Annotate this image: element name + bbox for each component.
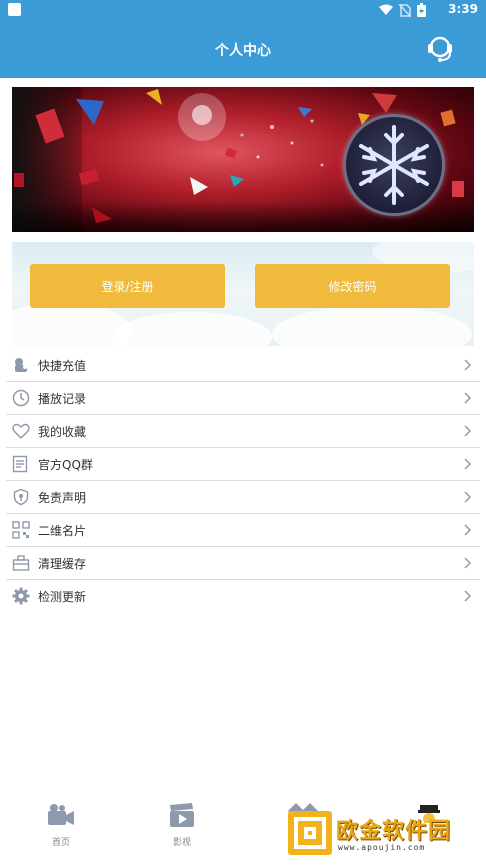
history-clock-icon — [12, 389, 30, 407]
shield-icon — [13, 488, 29, 506]
chevron-right-icon — [464, 590, 472, 602]
profile-banner — [12, 87, 474, 232]
notification-icon — [8, 3, 21, 16]
menu-item-qq-group[interactable]: 官方QQ群 — [6, 448, 480, 481]
menu-item-clear-cache[interactable]: 清理缓存 — [6, 547, 480, 580]
camera-icon — [48, 804, 74, 825]
customer-service-icon[interactable] — [424, 32, 456, 64]
status-time: 3:39 — [448, 2, 478, 16]
menu-label: 播放记录 — [38, 392, 87, 406]
tab-label: 首页 — [51, 838, 70, 848]
status-icons — [379, 3, 426, 17]
menu-item-quick-recharge[interactable]: 快捷充值 — [6, 349, 480, 382]
chevron-right-icon — [464, 392, 472, 404]
menu-item-favorites[interactable]: 我的收藏 — [6, 415, 480, 448]
chevron-right-icon — [464, 425, 472, 437]
chevron-right-icon — [464, 524, 472, 536]
menu-item-qr-card[interactable]: 二维名片 — [6, 514, 480, 547]
menu-item-play-history[interactable]: 播放记录 — [6, 382, 480, 415]
no-sim-icon — [399, 3, 411, 17]
avatar[interactable] — [346, 117, 442, 213]
gear-icon — [12, 587, 30, 605]
watermark-text: 欧金软件园 — [336, 819, 452, 844]
tab-movies[interactable]: 影视 — [152, 803, 212, 848]
menu-label: 快捷充值 — [38, 359, 87, 373]
clapperboard-icon — [170, 803, 194, 827]
change-password-button[interactable]: 修改密码 — [255, 264, 450, 308]
watermark: 欧金软件园 www.apoujin.com — [286, 805, 482, 861]
clear-cache-icon — [12, 555, 30, 571]
settings-menu: 快捷充值 播放记录 我的收藏 官方QQ群 免责声明 二维名片 清理缓存 检测更新 — [6, 349, 480, 612]
login-register-button[interactable]: 登录/注册 — [30, 264, 225, 308]
qq-group-icon — [12, 455, 28, 473]
menu-item-check-update[interactable]: 检测更新 — [6, 580, 480, 612]
menu-label: 我的收藏 — [38, 425, 87, 439]
watermark-logo — [288, 811, 332, 855]
menu-label: 二维名片 — [38, 524, 87, 538]
tab-label: 影视 — [172, 838, 191, 848]
chevron-right-icon — [464, 491, 472, 503]
menu-label: 检测更新 — [38, 590, 87, 604]
qr-code-icon — [12, 521, 30, 539]
menu-label: 清理缓存 — [38, 557, 87, 571]
watermark-url: www.apoujin.com — [338, 843, 426, 852]
snowflake-icon — [359, 125, 429, 205]
menu-label: 免责声明 — [38, 491, 87, 505]
page-title: 个人中心 — [215, 43, 271, 59]
app-header: 个人中心 — [0, 20, 486, 78]
status-bar: 3:39 — [0, 0, 486, 20]
menu-item-disclaimer[interactable]: 免责声明 — [6, 481, 480, 514]
chevron-right-icon — [464, 557, 472, 569]
tab-home[interactable]: 首页 — [31, 803, 91, 848]
heart-icon — [12, 423, 30, 439]
battery-icon — [417, 3, 426, 17]
chevron-right-icon — [464, 359, 472, 371]
chevron-right-icon — [464, 458, 472, 470]
account-actions-panel: 登录/注册 修改密码 — [12, 242, 474, 346]
recharge-icon — [15, 358, 27, 372]
wifi-icon — [379, 4, 393, 15]
menu-label: 官方QQ群 — [38, 458, 93, 472]
